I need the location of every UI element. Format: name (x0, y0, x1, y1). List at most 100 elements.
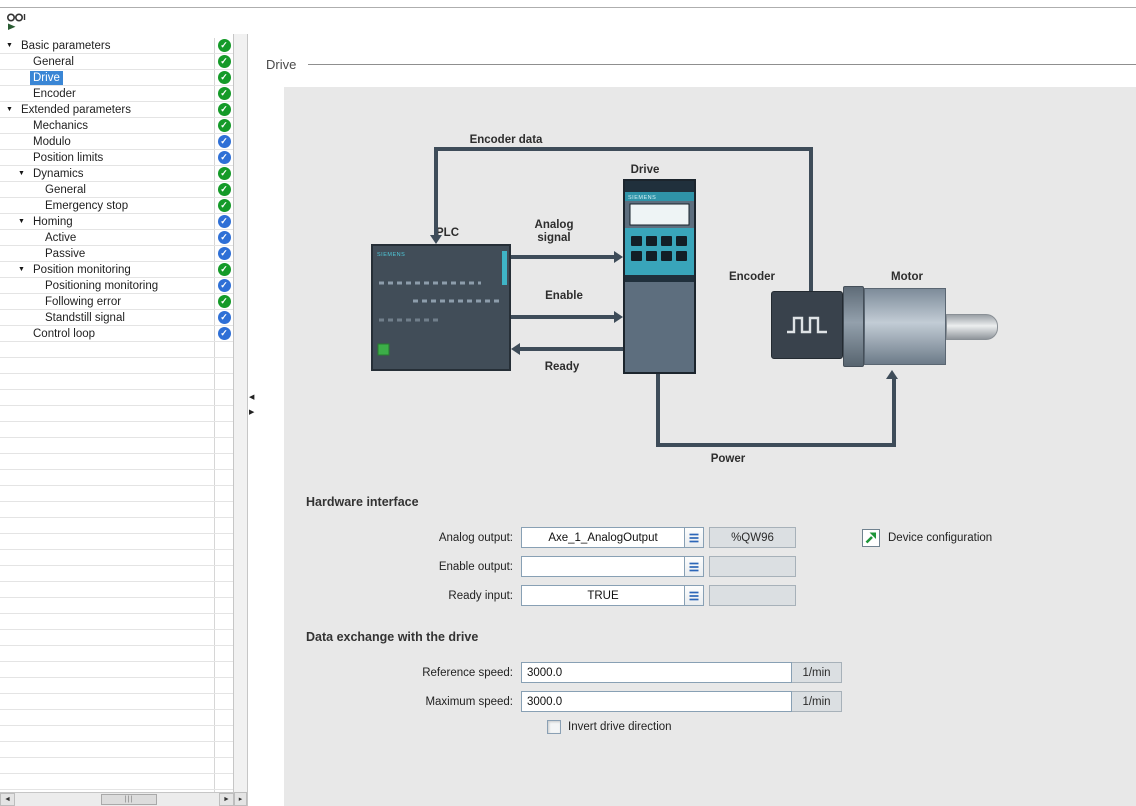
device-configuration-label[interactable]: Device configuration (888, 532, 992, 544)
unit-label: 1/min (792, 662, 842, 683)
tree-empty-row (0, 502, 233, 518)
sidebar-item-encoder[interactable]: Encoder✓ (0, 86, 233, 102)
symbol-picker-button[interactable] (685, 527, 704, 548)
sidebar-item-general[interactable]: General✓ (0, 54, 233, 70)
plc-device-image: SIEMENS (371, 244, 511, 374)
sidebar-item-label[interactable]: Encoder (30, 87, 79, 101)
scroll-right-button[interactable]: ► (219, 793, 234, 806)
sidebar-item-modulo[interactable]: Modulo✓ (0, 134, 233, 150)
symbol-picker-button[interactable] (685, 556, 704, 577)
sidebar-item-label[interactable]: Standstill signal (42, 311, 128, 325)
scroll-thumb[interactable]: ||| (101, 794, 157, 805)
scroll-left-button[interactable]: ◄ (0, 793, 15, 806)
tree-empty-row (0, 566, 233, 582)
sidebar-item-emergency-stop[interactable]: Emergency stop ✓ (0, 198, 233, 214)
sidebar-item-label[interactable]: Position monitoring (30, 263, 134, 277)
status-green-check-icon: ✓ (218, 39, 231, 52)
tree-empty-row (0, 694, 233, 710)
sidebar-item-active[interactable]: Active✓ (0, 230, 233, 246)
invert-drive-direction-checkbox[interactable] (547, 720, 561, 734)
hardware-row-enable-output: Enable output: (306, 556, 1136, 577)
status-green-check-icon: ✓ (218, 167, 231, 180)
sidebar-item-label[interactable]: Homing (30, 215, 76, 229)
ready-input-input[interactable]: TRUE (521, 585, 685, 606)
sidebar-item-extended-parameters[interactable]: ▼Extended parameters✓ (0, 102, 233, 118)
sidebar-item-label[interactable]: Drive (30, 71, 63, 85)
sidebar-item-label[interactable]: General (30, 55, 77, 69)
sidebar-item-passive[interactable]: Passive ✓ (0, 246, 233, 262)
tree-empty-row (0, 438, 233, 454)
analog-output-input[interactable]: Axe_1_AnalogOutput (521, 527, 685, 548)
maximum-speed-input[interactable]: 3000.0 (521, 691, 792, 712)
sidebar-item-label[interactable]: Control loop (30, 327, 98, 341)
tree-empty-row (0, 374, 233, 390)
scroll-corner-button[interactable]: ▸ (234, 792, 247, 806)
enable-line (511, 315, 614, 319)
invert-drive-direction-label[interactable]: Invert drive direction (568, 721, 672, 733)
sidebar-item-label[interactable]: Passive (42, 247, 88, 261)
drive-wiring-diagram: Encoder data Drive PLC Analog signal Ena… (284, 87, 1136, 487)
technology-object-icon[interactable] (4, 11, 30, 31)
sidebar-item-dynamics[interactable]: ▼Dynamics ✓ (0, 166, 233, 182)
motor-shaft (946, 314, 998, 340)
device-configuration-link[interactable]: Device configuration (862, 529, 992, 547)
sidebar-item-label[interactable]: Basic parameters (18, 39, 113, 53)
drive-settings-pane: Drive Encoder data Drive PLC Analog sign… (258, 34, 1136, 806)
field-label: Reference speed: (306, 667, 521, 679)
sidebar-item-label[interactable]: Emergency stop (42, 199, 131, 213)
reference-speed-input[interactable]: 3000.0 (521, 662, 792, 683)
page-title: Drive (266, 57, 296, 72)
encoder-data-line (809, 147, 813, 291)
sidebar-item-control-loop[interactable]: Control loop✓ (0, 326, 233, 342)
sidebar-item-label[interactable]: Extended parameters (18, 103, 134, 117)
expander-icon[interactable]: ▼ (6, 38, 18, 54)
tree-vertical-scrollbar[interactable]: ▸ (234, 34, 248, 806)
scroll-track[interactable]: ||| (15, 793, 219, 806)
sidebar-item-positioning-monitoring[interactable]: Positioning monitoring✓ (0, 278, 233, 294)
sidebar-item-label[interactable]: Positioning monitoring (42, 279, 161, 293)
sidebar-item-general[interactable]: General✓ (0, 182, 233, 198)
symbol-picker-button[interactable] (685, 585, 704, 606)
drive-device-image: SIEMENS (623, 179, 696, 377)
sidebar-item-position-monitoring[interactable]: ▼Position monitoring✓ (0, 262, 233, 278)
status-green-check-icon: ✓ (218, 199, 231, 212)
data-exchange-row-reference-speed: Reference speed:3000.01/min (306, 662, 1136, 683)
splitter-collapse-right-icon[interactable]: ▶ (249, 409, 254, 417)
sidebar-item-basic-parameters[interactable]: ▼Basic parameters ✓ (0, 38, 233, 54)
pane-splitter[interactable]: ◀ ▶ (248, 34, 258, 806)
sidebar-item-homing[interactable]: ▼Homing✓ (0, 214, 233, 230)
sidebar-horizontal-scrollbar[interactable]: ◄ ||| ► (0, 792, 234, 806)
tree-empty-row (0, 550, 233, 566)
enable-output-input[interactable] (521, 556, 685, 577)
expander-icon[interactable]: ▼ (18, 166, 30, 182)
splitter-collapse-left-icon[interactable]: ◀ (249, 394, 254, 402)
sidebar-item-mechanics[interactable]: Mechanics ✓ (0, 118, 233, 134)
sidebar-item-following-error[interactable]: Following error✓ (0, 294, 233, 310)
siemens-brand-text: SIEMENS (628, 195, 656, 201)
sidebar-item-standstill-signal[interactable]: Standstill signal✓ (0, 310, 233, 326)
sidebar-item-label[interactable]: Active (42, 231, 79, 245)
address-field: %QW96 (709, 527, 796, 548)
toolbar (0, 8, 1136, 34)
pulse-signal-icon (785, 315, 829, 335)
hardware-interface-title: Hardware interface (306, 495, 1136, 509)
sidebar-item-label[interactable]: Following error (42, 295, 124, 309)
arrowhead-into-motor (886, 370, 898, 379)
sidebar-item-position-limits[interactable]: Position limits✓ (0, 150, 233, 166)
analog-signal-line (511, 255, 614, 259)
expander-icon[interactable]: ▼ (18, 262, 30, 278)
sidebar-item-label[interactable]: Dynamics (30, 167, 86, 181)
sidebar-item-label[interactable]: Position limits (30, 151, 106, 165)
sidebar-item-drive[interactable]: Drive✓ (0, 70, 233, 86)
status-blue-check-icon: ✓ (218, 247, 231, 260)
symbol-list-icon (688, 590, 700, 602)
expander-icon[interactable]: ▼ (6, 102, 18, 118)
enable-label: Enable (545, 290, 583, 302)
encoder-device-label: Encoder (729, 271, 775, 283)
sidebar-item-label[interactable]: Mechanics (30, 119, 91, 133)
tree-empty-row (0, 742, 233, 758)
status-green-check-icon: ✓ (218, 119, 231, 132)
sidebar-item-label[interactable]: General (42, 183, 89, 197)
sidebar-item-label[interactable]: Modulo (30, 135, 74, 149)
expander-icon[interactable]: ▼ (18, 214, 30, 230)
